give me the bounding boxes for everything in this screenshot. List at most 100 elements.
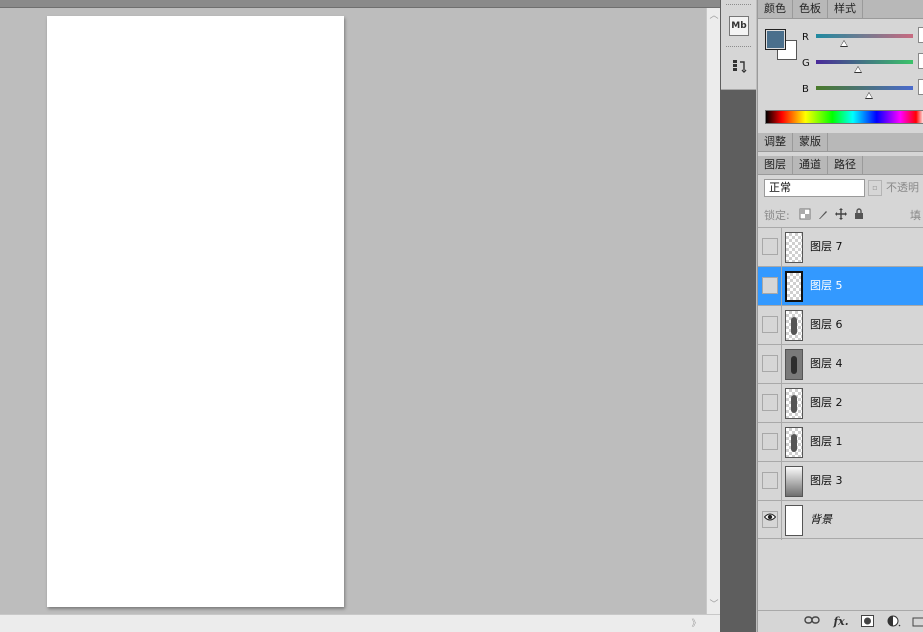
horizontal-scrollbar[interactable]: 》 bbox=[0, 614, 720, 632]
scroll-up-icon[interactable]: ︿ bbox=[708, 10, 720, 22]
tab-swatches[interactable]: 色板 bbox=[793, 0, 828, 18]
tab-layers[interactable]: 图层 bbox=[758, 156, 793, 174]
eye-icon[interactable] bbox=[762, 511, 778, 528]
tab-masks[interactable]: 蒙版 bbox=[793, 133, 828, 151]
tab-paths[interactable]: 路径 bbox=[828, 156, 863, 174]
green-slider-thumb[interactable] bbox=[853, 66, 862, 73]
layer-thumbnail bbox=[785, 310, 803, 341]
layer-name: 图层 2 bbox=[810, 396, 843, 409]
red-slider-thumb[interactable] bbox=[840, 40, 849, 47]
scroll-right-icon[interactable]: 》 bbox=[690, 618, 702, 630]
layer-row[interactable]: 图层 2 bbox=[758, 383, 923, 423]
layer-thumbnail bbox=[785, 388, 803, 419]
blue-label: B bbox=[802, 84, 809, 95]
red-track[interactable] bbox=[816, 34, 913, 38]
blue-value-field[interactable] bbox=[918, 79, 923, 95]
visibility-toggle[interactable] bbox=[762, 433, 778, 450]
green-value-field[interactable] bbox=[918, 53, 923, 69]
add-mask-icon[interactable] bbox=[860, 615, 874, 629]
history-glyph bbox=[733, 60, 747, 73]
dock-grip[interactable] bbox=[726, 4, 751, 7]
blue-track[interactable] bbox=[816, 86, 913, 90]
tab-channels[interactable]: 通道 bbox=[793, 156, 828, 174]
row-divider bbox=[781, 501, 782, 540]
fill-label: 填 bbox=[910, 209, 921, 222]
foreground-color-swatch[interactable] bbox=[765, 29, 786, 50]
right-panels: 颜色 色板 样式 R G B 调整 蒙版 图层 通道 路径 正常 ▫ 不透明 锁… bbox=[757, 0, 923, 632]
visibility-toggle[interactable] bbox=[762, 355, 778, 372]
layer-name: 图层 5 bbox=[810, 279, 843, 292]
visibility-toggle[interactable] bbox=[762, 238, 778, 255]
panel-gutter bbox=[720, 0, 756, 632]
layer-name: 图层 7 bbox=[810, 240, 843, 253]
visibility-toggle[interactable] bbox=[762, 472, 778, 489]
red-label: R bbox=[802, 32, 809, 43]
collapsed-panel-dock: Mb bbox=[721, 0, 756, 90]
layer-list: 图层 7 图层 5 图层 6 图层 4 图层 2 图层 1 图层 3 背景 bbox=[758, 227, 923, 540]
row-divider bbox=[781, 306, 782, 345]
layer-name: 背景 bbox=[810, 513, 832, 526]
layer-thumbnail bbox=[785, 427, 803, 458]
green-slider[interactable]: G bbox=[800, 53, 923, 73]
new-group-icon[interactable] bbox=[912, 615, 923, 629]
lock-label: 锁定: bbox=[764, 209, 790, 222]
blend-dropdown-icon[interactable]: ▫ bbox=[868, 180, 882, 196]
layer-thumbnail bbox=[785, 466, 803, 497]
tab-color[interactable]: 颜色 bbox=[758, 0, 793, 18]
layer-thumbnail bbox=[785, 232, 803, 263]
layer-thumbnail bbox=[785, 505, 803, 536]
layer-thumbnail bbox=[785, 271, 803, 302]
tab-strip bbox=[0, 0, 720, 8]
blue-slider-thumb[interactable] bbox=[865, 92, 874, 99]
red-slider[interactable]: R bbox=[800, 27, 923, 47]
green-track[interactable] bbox=[816, 60, 913, 64]
row-divider bbox=[781, 228, 782, 267]
tab-adjustments[interactable]: 调整 bbox=[758, 133, 793, 151]
lock-row: 锁定: 填 bbox=[758, 204, 923, 224]
layer-row[interactable]: 图层 4 bbox=[758, 344, 923, 384]
lock-transparency-icon[interactable] bbox=[799, 208, 811, 220]
dock-grip[interactable] bbox=[726, 46, 751, 49]
layer-name: 图层 6 bbox=[810, 318, 843, 331]
row-divider bbox=[781, 462, 782, 501]
layer-row[interactable]: 图层 7 bbox=[758, 227, 923, 267]
row-divider bbox=[781, 423, 782, 462]
row-divider bbox=[781, 384, 782, 423]
lock-all-icon[interactable] bbox=[853, 208, 865, 220]
red-value-field[interactable] bbox=[918, 27, 923, 43]
color-spectrum-ramp[interactable] bbox=[765, 110, 923, 124]
link-layers-icon[interactable] bbox=[804, 615, 820, 629]
canvas-workspace[interactable] bbox=[0, 0, 706, 614]
row-divider bbox=[781, 345, 782, 384]
vertical-scrollbar[interactable]: ︿ ﹀ bbox=[706, 8, 720, 614]
layer-name: 图层 3 bbox=[810, 474, 843, 487]
layers-panel-tabs: 图层 通道 路径 bbox=[758, 156, 923, 175]
layers-panel-footer: fx. bbox=[758, 610, 923, 632]
layer-row[interactable]: 图层 6 bbox=[758, 305, 923, 345]
color-panel-tabs: 颜色 色板 样式 bbox=[758, 0, 923, 19]
visibility-toggle[interactable] bbox=[762, 394, 778, 411]
visibility-toggle[interactable] bbox=[762, 277, 778, 294]
document-canvas[interactable] bbox=[47, 16, 344, 607]
scroll-down-icon[interactable]: ﹀ bbox=[708, 599, 720, 611]
layer-thumbnail bbox=[785, 349, 803, 380]
adjustment-layer-icon[interactable] bbox=[886, 615, 902, 629]
lock-position-icon[interactable] bbox=[835, 208, 847, 220]
layer-name: 图层 1 bbox=[810, 435, 843, 448]
green-label: G bbox=[802, 58, 810, 69]
lock-image-icon[interactable] bbox=[817, 208, 829, 220]
blend-mode-select[interactable]: 正常 bbox=[764, 179, 865, 197]
layer-row[interactable]: 图层 3 bbox=[758, 461, 923, 501]
tab-styles[interactable]: 样式 bbox=[828, 0, 863, 18]
history-icon[interactable] bbox=[729, 58, 749, 78]
mini-bridge-icon[interactable]: Mb bbox=[729, 16, 749, 36]
layer-row-selected[interactable]: 图层 5 bbox=[758, 266, 923, 306]
layer-row[interactable]: 图层 1 bbox=[758, 422, 923, 462]
fx-icon[interactable]: fx. bbox=[832, 615, 850, 629]
adjustments-panel-tabs: 调整 蒙版 bbox=[758, 133, 923, 152]
visibility-toggle[interactable] bbox=[762, 316, 778, 333]
opacity-label: 不透明 bbox=[886, 181, 919, 194]
blue-slider[interactable]: B bbox=[800, 79, 923, 99]
row-divider bbox=[781, 267, 782, 306]
layer-row-background[interactable]: 背景 bbox=[758, 500, 923, 540]
